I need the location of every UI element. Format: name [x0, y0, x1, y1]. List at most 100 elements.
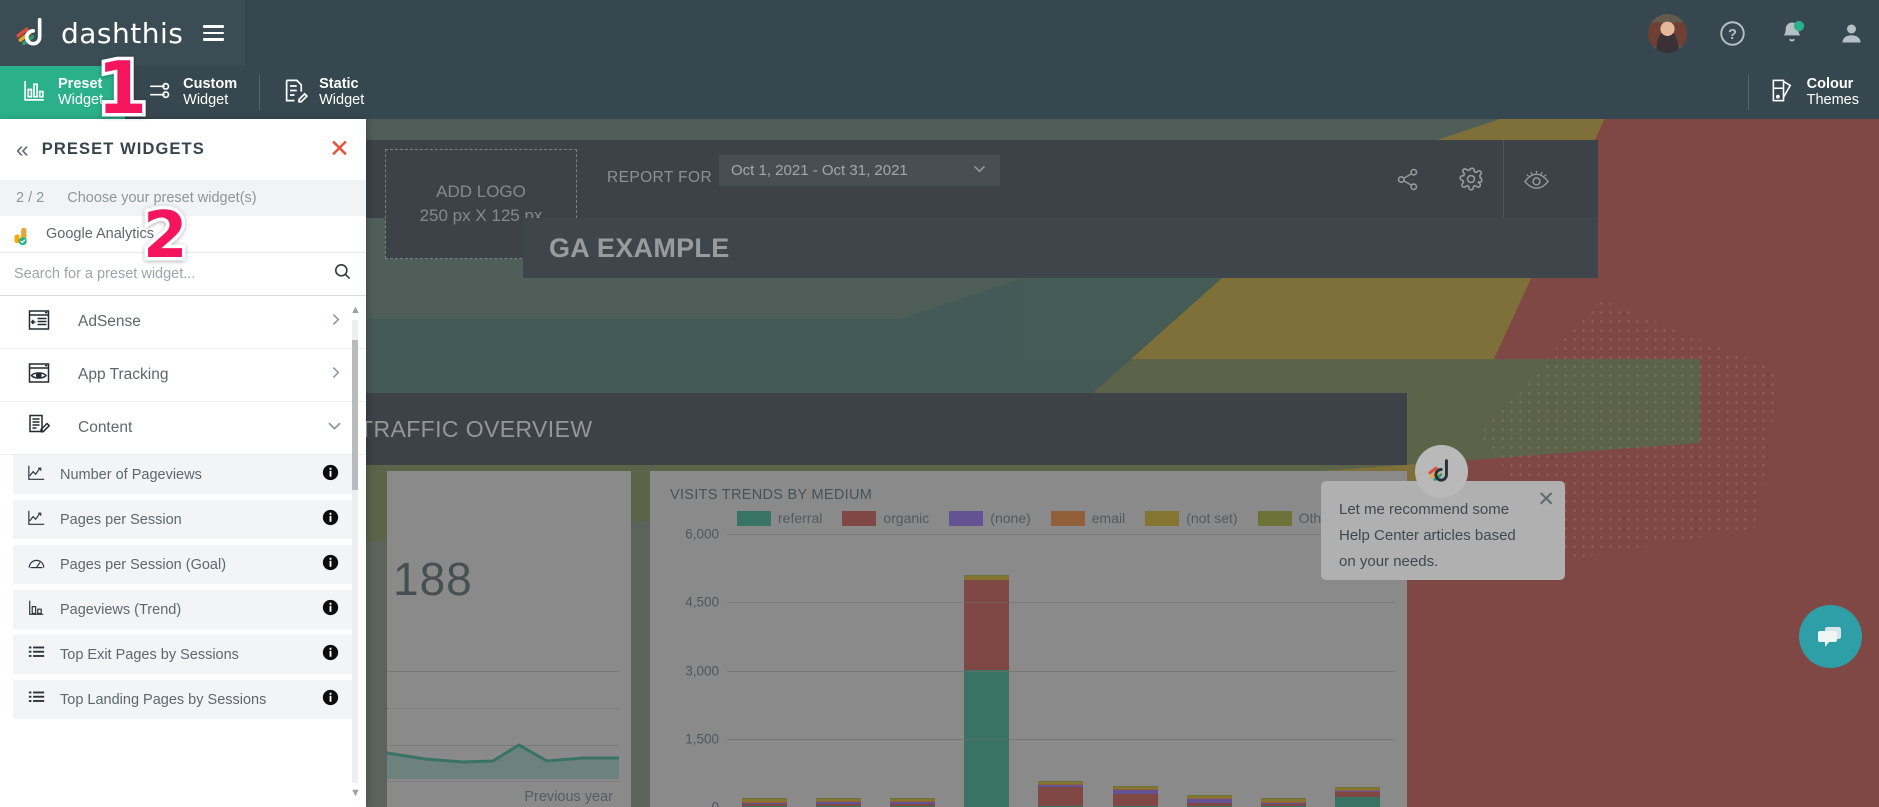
- page-title: GA EXAMPLE: [549, 232, 730, 263]
- preset-widget-row[interactable]: Pageviews (Trend): [13, 590, 353, 629]
- category-row-adsense[interactable]: AdSense: [0, 296, 366, 349]
- scroll-down-arrow[interactable]: ▼: [350, 787, 361, 799]
- category-row-content[interactable]: Content: [0, 402, 366, 455]
- legend-swatch: [1145, 510, 1180, 526]
- callout-badge-1: 1: [93, 46, 150, 130]
- svg-text:?: ?: [1728, 27, 1737, 43]
- chart-card-visits-trends[interactable]: VISITS TRENDS BY MEDIUM referral organic (…: [650, 471, 1407, 807]
- kpi-value: 188: [393, 553, 473, 605]
- eye-icon[interactable]: [1504, 140, 1568, 218]
- scroll-up-arrow[interactable]: ▲: [350, 304, 361, 316]
- close-icon[interactable]: ✕: [1537, 489, 1555, 510]
- chart-plot-area: 0 1,500 3,000 4,500 6,000: [685, 527, 1395, 807]
- legend-item[interactable]: email: [1050, 510, 1126, 526]
- legend-swatch: [842, 510, 877, 526]
- chevron-right-icon: [327, 364, 344, 387]
- colour-themes-label: Colour Themes: [1807, 76, 1859, 108]
- preset-widget-label: Top Exit Pages by Sessions: [60, 646, 239, 663]
- content-icon: [26, 413, 52, 443]
- chart-bar[interactable]: [890, 797, 936, 807]
- close-icon[interactable]: ✕: [329, 137, 350, 162]
- date-range-selector[interactable]: Oct 1, 2021 - Oct 31, 2021: [719, 155, 1000, 186]
- legend-item[interactable]: organic: [842, 510, 929, 526]
- legend-label: email: [1091, 510, 1126, 526]
- panel-step-count: 2 / 2: [16, 190, 45, 206]
- preset-widget-label: Pages per Session (Goal): [60, 556, 227, 573]
- preset-widget-row[interactable]: Pages per Session: [13, 500, 353, 539]
- chart-bar[interactable]: [815, 797, 861, 807]
- info-icon[interactable]: [322, 554, 339, 576]
- tab-custom-widget-label: Custom Widget: [183, 75, 238, 108]
- tab-label-line2: Widget: [183, 91, 229, 108]
- chevron-down-icon: [971, 160, 988, 181]
- chart-bar-segment: [964, 579, 1010, 670]
- tab-label-line1: Custom: [183, 75, 238, 92]
- kpi-card[interactable]: 188 Previous year: [387, 471, 631, 807]
- chart-bar-segment: [1112, 794, 1158, 806]
- panel-header: « PRESET WIDGETS ✕: [0, 119, 366, 180]
- share-icon[interactable]: [1375, 140, 1439, 218]
- colour-themes-button[interactable]: Colour Themes: [1747, 66, 1879, 119]
- legend-item[interactable]: (not set): [1145, 510, 1238, 526]
- info-icon[interactable]: [322, 689, 339, 711]
- preset-widget-label: Number of Pageviews: [60, 466, 202, 483]
- bell-icon[interactable]: [1778, 19, 1806, 47]
- logo-placeholder-line1: ADD LOGO: [436, 182, 526, 201]
- hamburger-icon[interactable]: [203, 25, 225, 41]
- help-circle-icon[interactable]: ?: [1719, 20, 1746, 47]
- chart-bar[interactable]: [1038, 780, 1084, 807]
- gear-icon[interactable]: [1439, 140, 1503, 218]
- legend-item[interactable]: (none): [949, 510, 1031, 526]
- info-icon[interactable]: [322, 599, 339, 621]
- avatar[interactable]: [1648, 13, 1687, 53]
- tab-static-widget[interactable]: Static Widget: [259, 66, 386, 119]
- tab-static-widget-label: Static Widget: [319, 75, 364, 108]
- chart-bar[interactable]: [1186, 795, 1232, 807]
- y-axis-tick-label: 1,500: [685, 731, 719, 747]
- category-label: Content: [78, 419, 133, 436]
- app-tracking-icon: [26, 361, 52, 390]
- panel-title: PRESET WIDGETS: [41, 140, 205, 158]
- panel-scrollbar[interactable]: ▲ ▼: [350, 304, 361, 799]
- chart-bar[interactable]: [1261, 798, 1307, 807]
- scrollbar-track[interactable]: [352, 320, 358, 783]
- section-title: TRAFFIC OVERVIEW: [359, 415, 593, 442]
- search-icon[interactable]: [333, 262, 352, 286]
- dashboard-actions: [1375, 140, 1568, 218]
- person-icon[interactable]: [1838, 20, 1865, 47]
- chart-bar[interactable]: [1112, 785, 1158, 807]
- info-icon[interactable]: [322, 464, 339, 486]
- scrollbar-thumb[interactable]: [352, 340, 358, 490]
- preset-widget-row[interactable]: Pages per Session (Goal): [13, 545, 353, 584]
- chart-legend: referral organic (none) email (not set) Other…: [737, 510, 1354, 526]
- legend-item[interactable]: referral: [737, 510, 822, 526]
- preset-widget-row[interactable]: Top Exit Pages by Sessions: [13, 635, 353, 674]
- app-root: ADD LOGO 250 px X 125 px REPORT FOR Oct …: [0, 0, 1879, 807]
- y-axis-tick-label: 4,500: [685, 594, 719, 610]
- preset-widget-row[interactable]: Number of Pageviews: [13, 455, 353, 494]
- double-chevron-left-icon[interactable]: «: [16, 138, 29, 161]
- tab-label-line1: Static: [319, 75, 359, 92]
- help-chat-launcher-button[interactable]: [1799, 605, 1862, 668]
- preset-widget-row[interactable]: Top Landing Pages by Sessions: [13, 680, 353, 719]
- chart-bar-segment: [1335, 796, 1381, 807]
- line-chart-icon: [27, 464, 46, 486]
- dashthis-logo-icon: [14, 14, 52, 52]
- y-axis-tick-label: 0: [711, 799, 719, 807]
- widget-type-tabs: Preset Widget Custom Widget Static Widge…: [0, 66, 1879, 119]
- chart-bar[interactable]: [1335, 786, 1381, 807]
- category-label: App Tracking: [78, 366, 169, 383]
- preset-widget-label: Pageviews (Trend): [60, 601, 182, 618]
- kpi-sparkline: [387, 743, 619, 779]
- chart-gridline: [727, 534, 1395, 535]
- category-label: AdSense: [78, 313, 141, 330]
- chart-bar[interactable]: [964, 574, 1010, 807]
- info-icon[interactable]: [322, 644, 339, 666]
- help-chat-message: Let me recommend some Help Center articl…: [1339, 501, 1516, 570]
- category-row-app-tracking[interactable]: App Tracking: [0, 349, 366, 402]
- info-icon[interactable]: [322, 509, 339, 531]
- selected-data-source-name: Google Analytics: [46, 226, 155, 242]
- chart-bar[interactable]: [741, 798, 787, 807]
- sliders-icon: [147, 78, 172, 108]
- chevron-right-icon: [327, 311, 344, 334]
